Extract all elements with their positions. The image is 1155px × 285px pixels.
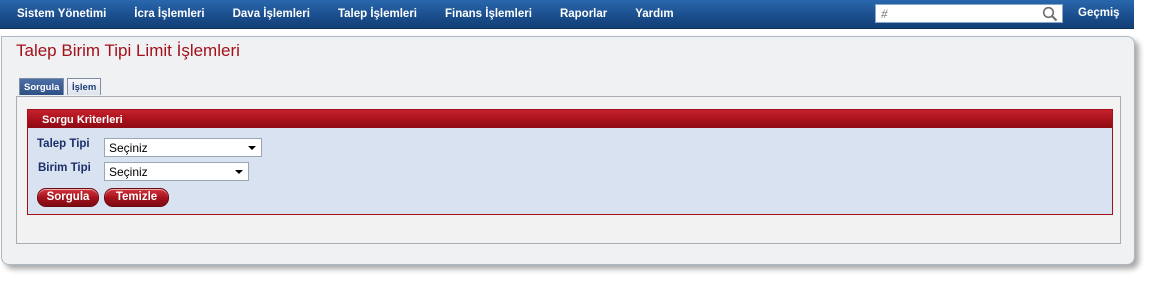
birim-tipi-selected-value: Seçiniz [109,165,148,179]
talep-tipi-label: Talep Tipi [37,138,90,150]
search-input[interactable] [876,5,1041,22]
search-box [875,4,1063,23]
main-menu: Sistem Yönetimi İcra İşlemleri Dava İşle… [0,0,685,28]
clear-button[interactable]: Temizle [104,188,169,207]
history-link[interactable]: Geçmiş [1078,7,1120,19]
talep-tipi-select[interactable]: Seçiniz [104,138,262,157]
chevron-down-icon [248,146,256,150]
query-button[interactable]: Sorgula [37,188,99,207]
menu-item-finans-islemleri[interactable]: Finans İşlemleri [445,8,532,20]
talep-tipi-selected-value: Seçiniz [109,141,148,155]
tab-sorgula[interactable]: Sorgula [19,78,64,95]
birim-tipi-label: Birim Tipi [38,162,91,174]
menu-item-sistem-yonetimi[interactable]: Sistem Yönetimi [17,8,106,20]
birim-tipi-select[interactable]: Seçiniz [104,162,249,181]
menu-item-icra-islemleri[interactable]: İcra İşlemleri [134,8,204,20]
menu-item-dava-islemleri[interactable]: Dava İşlemleri [233,8,310,20]
menu-item-raporlar[interactable]: Raporlar [560,8,607,20]
tab-islem[interactable]: İşlem [67,78,101,95]
chevron-down-icon [235,170,243,174]
menu-item-yardim[interactable]: Yardım [635,8,673,20]
page-title: Talep Birim Tipi Limit İşlemleri [16,41,240,60]
top-navigation-bar: Sistem Yönetimi İcra İşlemleri Dava İşle… [0,0,1134,29]
menu-item-talep-islemleri[interactable]: Talep İşlemleri [338,8,417,20]
criteria-header: Sorgu Kriterleri [28,110,1112,128]
search-icon[interactable] [1042,6,1058,22]
